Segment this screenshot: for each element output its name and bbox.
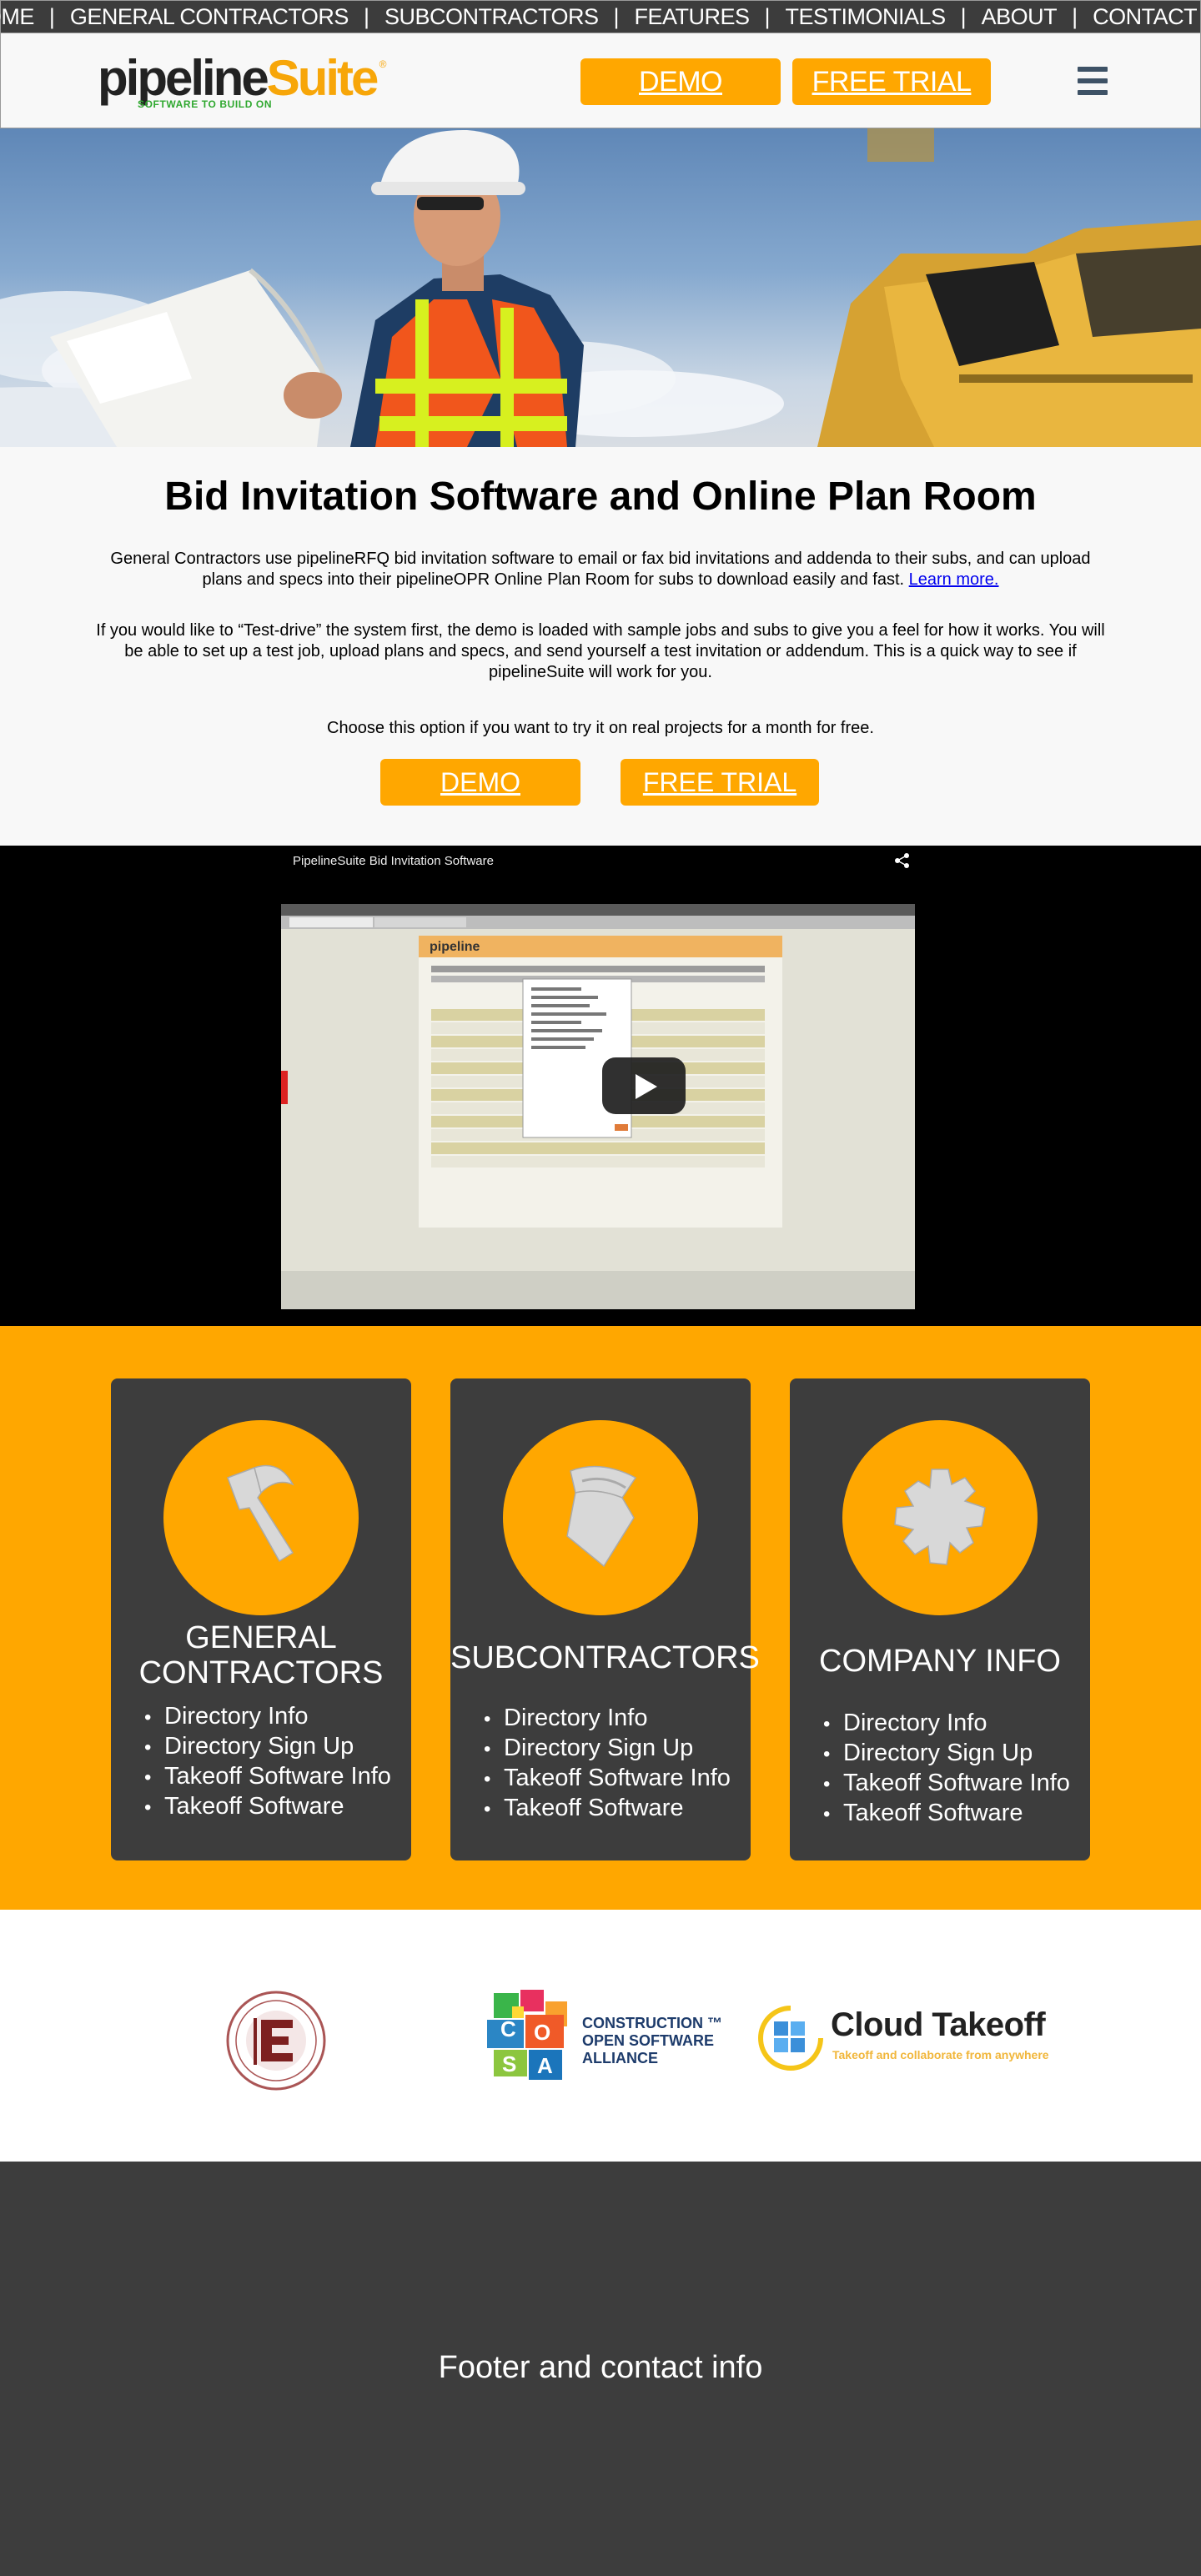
intro-paragraph-2: If you would like to “Test-drive” the sy… (96, 621, 1105, 681)
video-player[interactable]: PipelineSuite Bid Invitation Software pi… (0, 846, 1201, 1326)
link-takeoff-software-info[interactable]: Takeoff Software Info (484, 1764, 731, 1794)
cosa-emblem: C O S A (487, 1990, 567, 2080)
nav-testimonials[interactable]: TESTIMONIALS (786, 4, 947, 30)
nav-separator: | (960, 3, 967, 29)
cosa-text-line-2: OPEN SOFTWARE (582, 2032, 715, 2049)
video-title[interactable]: PipelineSuite Bid Invitation Software (293, 854, 494, 868)
intro-section: Bid Invitation Software and Online Plan … (0, 447, 1201, 846)
intro-demo-button[interactable]: DEMO (380, 759, 580, 806)
card-title-line-2: CONTRACTORS (138, 1655, 384, 1690)
card-icon-circle (842, 1420, 1038, 1615)
card-icon-circle (163, 1420, 359, 1615)
nav-features[interactable]: FEATURES (635, 4, 751, 30)
gear-icon (894, 1469, 986, 1565)
cosa-letter-c: C (500, 2016, 516, 2041)
card-title: COMPANY INFO (819, 1644, 1061, 1679)
trowel-icon (566, 1465, 637, 1568)
header-free-trial-button[interactable]: FREE TRIAL (792, 58, 991, 105)
header-demo-button[interactable]: DEMO (580, 58, 781, 105)
link-directory-sign-up[interactable]: Directory Sign Up (823, 1739, 1070, 1769)
link-takeoff-software-info[interactable]: Takeoff Software Info (823, 1769, 1070, 1799)
link-directory-info[interactable]: Directory Info (484, 1704, 731, 1734)
nav-contact-us[interactable]: CONTACT US (1093, 4, 1201, 30)
nav-separator: | (363, 3, 369, 29)
cloud-takeoff-tagline: Takeoff and collaborate from anywhere (832, 2048, 1049, 2061)
video-thumbnail[interactable]: pipeline (281, 904, 915, 1309)
card-title: SUBCONTRACTORS (450, 1640, 760, 1675)
nav-separator: | (613, 3, 620, 29)
cosa-text-line-1: CONSTRUCTION ™ (582, 2015, 722, 2031)
nav-home[interactable]: HOME (0, 4, 34, 30)
learn-more-link[interactable]: Learn more. (909, 570, 999, 589)
card-icon-circle (503, 1420, 698, 1615)
footer-text: Footer and contact info (438, 2350, 763, 2385)
nav-separator: | (1072, 3, 1078, 29)
hamburger-menu-icon[interactable] (1078, 67, 1108, 95)
nav-separator: | (764, 3, 771, 29)
nav-subcontractors[interactable]: SUBCONTRACTORS (384, 4, 599, 30)
site-footer: Footer and contact info (0, 2162, 1201, 2576)
hero-illustration (0, 128, 1201, 447)
video-screenshot-graphic: pipeline (281, 904, 915, 1309)
american-society-logo[interactable] (222, 1988, 330, 2093)
partners-section: C O S A CONSTRUCTION ™ OPEN SOFTWARE ALL… (0, 1910, 1201, 2162)
cosa-letter-s: S (502, 2051, 516, 2076)
registered-mark: ® (379, 58, 387, 70)
card-title: GENERAL CONTRACTORS (111, 1620, 411, 1690)
cloud-takeoff-logo[interactable]: Cloud Takeoff Takeoff and collaborate fr… (756, 2003, 1073, 2073)
nav-separator: | (48, 3, 55, 29)
cosa-text: CONSTRUCTION ™ OPEN SOFTWARE ALLIANCE (582, 2015, 722, 2067)
card-title-line-1: GENERAL (185, 1620, 337, 1655)
link-takeoff-software[interactable]: Takeoff Software (484, 1794, 731, 1824)
card-link-list: Directory Info Directory Sign Up Takeoff… (823, 1709, 1070, 1829)
hammer-icon (227, 1464, 294, 1563)
categories-section: GENERALCONTRACTORS Directory Info Direct… (0, 1326, 1201, 1910)
cloud-takeoff-emblem (758, 2006, 823, 2071)
card-subcontractors[interactable]: SUBCONTRACTORS Directory Info Directory … (450, 1378, 760, 1860)
link-directory-info[interactable]: Directory Info (823, 1709, 1070, 1739)
logo-tagline: SOFTWARE TO BUILD ON (138, 98, 273, 110)
cloud-takeoff-title: Cloud Takeoff (831, 2006, 1046, 2043)
cosa-letter-o: O (534, 2020, 550, 2045)
logo-word-pipeline: pipeline (98, 50, 269, 106)
intro-paragraph-1: General Contractors use pipelineRFQ bid … (92, 549, 1109, 590)
link-directory-sign-up[interactable]: Directory Sign Up (484, 1734, 731, 1764)
logo-word-suite: Suite (266, 50, 379, 106)
share-icon[interactable] (894, 852, 911, 869)
card-link-list: Directory Info Directory Sign Up Takeoff… (484, 1704, 731, 1824)
intro-free-trial-button[interactable]: FREE TRIAL (621, 759, 819, 806)
top-nav: HOME | GENERAL CONTRACTORS | SUBCONTRACT… (0, 0, 1201, 33)
card-link-list: Directory Info Directory Sign Up Takeoff… (144, 1702, 391, 1822)
link-directory-sign-up[interactable]: Directory Sign Up (144, 1732, 391, 1762)
cosa-text-line-3: ALLIANCE (582, 2050, 658, 2066)
link-directory-info[interactable]: Directory Info (144, 1702, 391, 1732)
link-takeoff-software[interactable]: Takeoff Software (144, 1792, 391, 1822)
cosa-logo[interactable]: C O S A CONSTRUCTION ™ OPEN SOFTWARE ALL… (487, 1990, 746, 2088)
screen-brand-text: pipeline (430, 940, 480, 954)
nav-about[interactable]: ABOUT (982, 4, 1058, 30)
nav-general-contractors[interactable]: GENERAL CONTRACTORS (70, 4, 349, 30)
cosa-letter-a: A (537, 2053, 553, 2078)
card-general-contractors[interactable]: GENERALCONTRACTORS Directory Info Direct… (111, 1378, 411, 1860)
play-button-icon[interactable] (602, 1057, 686, 1114)
card-company-info[interactable]: COMPANY INFO Directory Info Directory Si… (790, 1378, 1090, 1860)
page-title: Bid Invitation Software and Online Plan … (164, 475, 1037, 519)
intro-paragraph-3: Choose this option if you want to try it… (327, 719, 874, 737)
hero-image (0, 128, 1201, 447)
link-takeoff-software[interactable]: Takeoff Software (823, 1799, 1070, 1829)
pipelinesuite-logo[interactable]: pipelineSuite ® SOFTWARE TO BUILD ON (98, 50, 386, 112)
link-takeoff-software-info[interactable]: Takeoff Software Info (144, 1762, 391, 1792)
